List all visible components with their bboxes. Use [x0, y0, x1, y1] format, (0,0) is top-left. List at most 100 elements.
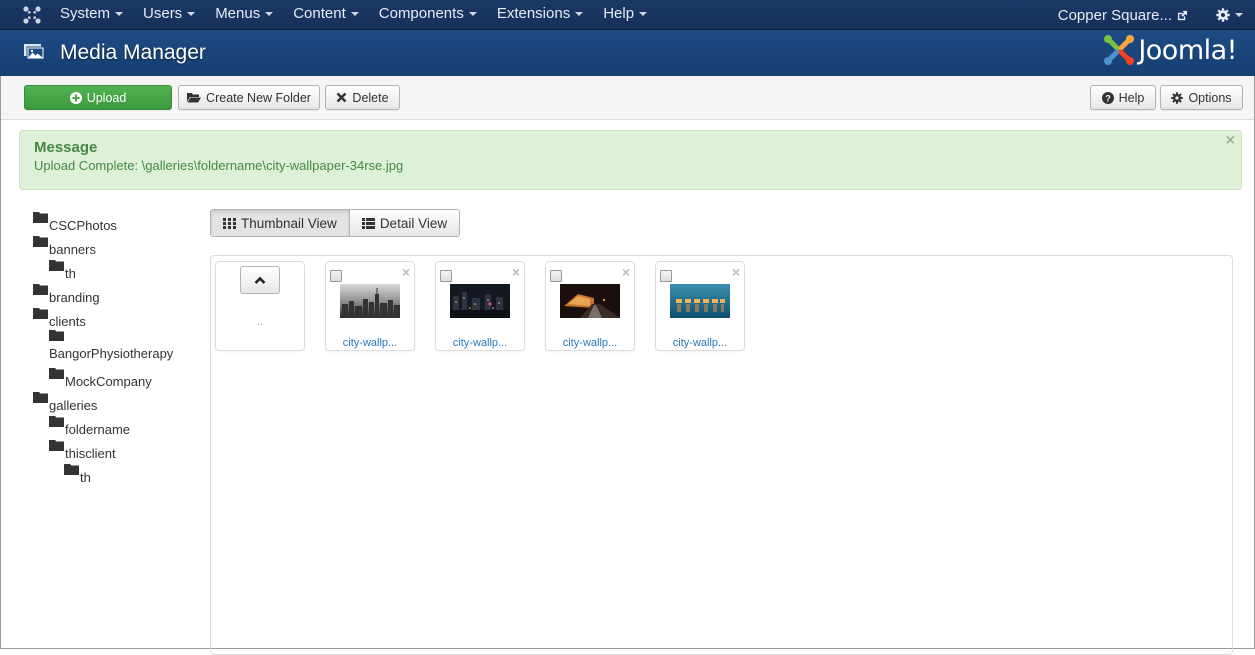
select-checkbox[interactable] [660, 270, 672, 282]
grid-icon [223, 217, 236, 229]
folder-icon [49, 416, 64, 427]
menu-label: System [60, 5, 111, 22]
folder-icon [49, 260, 64, 271]
menu-label: Extensions [496, 5, 571, 22]
folder-icon [33, 392, 48, 403]
message-heading: Message [34, 139, 98, 156]
file-name-link[interactable]: city-wallp... [656, 337, 744, 349]
folder-label: branding [49, 290, 100, 305]
folder-item[interactable]: galleries [33, 390, 203, 414]
menu-content[interactable]: Content [283, 0, 369, 30]
page-header: Media Manager Joomla! [0, 30, 1255, 76]
site-link[interactable]: Copper Square... [1058, 7, 1188, 24]
file-name-link[interactable]: city-wallp... [326, 337, 414, 349]
folder-label: foldername [65, 422, 131, 437]
select-checkbox[interactable] [330, 270, 342, 282]
help-label: Help [1118, 90, 1145, 105]
list-icon [361, 217, 375, 229]
menu-label: Content [293, 5, 346, 22]
caret-down-icon [1235, 13, 1243, 17]
plus-circle-icon [69, 91, 82, 104]
folder-open-icon [187, 93, 202, 103]
caret-down-icon [575, 12, 584, 17]
options-button[interactable]: Options [1160, 85, 1243, 110]
folder-icon [49, 330, 64, 341]
options-label: Options [1188, 90, 1232, 105]
caret-down-icon [639, 12, 648, 17]
image-thumbnail[interactable] [450, 284, 510, 318]
detail-view-label: Detail View [379, 215, 448, 231]
folder-item[interactable]: branding [33, 282, 203, 306]
menu-components[interactable]: Components [369, 0, 487, 30]
delete-icon[interactable]: × [402, 265, 410, 279]
joomla-logo-icon [1104, 35, 1135, 65]
svg-text:?: ? [1105, 93, 1111, 103]
folder-item[interactable]: th [64, 462, 203, 486]
menu-help[interactable]: Help [593, 0, 657, 30]
image-icon [24, 44, 45, 60]
success-message: Message Upload Complete: \galleries\fold… [19, 130, 1242, 190]
create-folder-label: Create New Folder [206, 90, 311, 105]
delete-icon[interactable]: × [732, 265, 740, 279]
question-circle-icon: ? [1101, 91, 1114, 104]
folder-icon [33, 212, 48, 223]
select-checkbox[interactable] [440, 270, 452, 282]
delete-button[interactable]: Delete [325, 85, 400, 110]
image-thumbnail[interactable] [670, 284, 730, 318]
folder-icon [49, 440, 64, 451]
folder-label: th [80, 470, 91, 485]
file-tile[interactable]: × city-wallp... [655, 261, 745, 351]
folder-item[interactable]: clients [33, 306, 203, 330]
folder-label: th [65, 266, 76, 281]
message-text: Upload Complete: \galleries\foldername\c… [34, 158, 404, 173]
create-folder-button[interactable]: Create New Folder [178, 85, 320, 110]
select-checkbox[interactable] [550, 270, 562, 282]
folder-label: banners [49, 242, 96, 257]
upload-button[interactable]: Upload [24, 85, 172, 110]
help-button[interactable]: ? Help [1090, 85, 1156, 110]
folder-item[interactable]: banners [33, 234, 203, 258]
navbar-right: Copper Square... [1058, 0, 1243, 30]
folder-item[interactable]: thisclient [49, 438, 203, 462]
delete-icon[interactable]: × [622, 265, 630, 279]
close-icon[interactable]: × [1226, 132, 1235, 150]
site-link-label: Copper Square... [1057, 6, 1172, 24]
detail-view-button[interactable]: Detail View [349, 210, 460, 236]
external-link-icon [1177, 10, 1188, 20]
folder-item[interactable]: MockCompany [49, 366, 203, 390]
folder-item[interactable]: th [49, 258, 203, 282]
folder-item[interactable]: foldername [49, 414, 203, 438]
media-panel: .. × city-wallp... × city-wallp... × cit… [210, 255, 1233, 655]
folder-label: BangorPhysiotherapy [49, 346, 174, 361]
folder-label: CSCPhotos [49, 218, 117, 233]
delete-icon[interactable]: × [512, 265, 520, 279]
parent-folder-tile[interactable]: .. [215, 261, 305, 351]
caret-down-icon [468, 12, 477, 17]
chevron-up-icon [254, 276, 266, 284]
caret-down-icon [115, 12, 124, 17]
file-name-link[interactable]: city-wallp... [546, 337, 634, 349]
caret-down-icon [187, 12, 196, 17]
file-tile[interactable]: × city-wallp... [435, 261, 525, 351]
folder-label: thisclient [65, 446, 116, 461]
main-menu: System Users Menus Content Components Ex… [50, 0, 657, 30]
image-thumbnail[interactable] [340, 284, 400, 318]
folder-item[interactable]: BangorPhysiotherapy [49, 330, 203, 366]
image-thumbnail[interactable] [560, 284, 620, 318]
upload-label: Upload [86, 90, 127, 105]
thumbnail-view-label: Thumbnail View [241, 215, 337, 231]
thumbnail-view-button[interactable]: Thumbnail View [211, 210, 350, 236]
settings-menu[interactable] [1216, 8, 1243, 22]
file-name-link[interactable]: city-wallp... [436, 337, 524, 349]
parent-folder-button[interactable] [240, 266, 280, 294]
folder-item[interactable]: CSCPhotos [33, 210, 203, 234]
file-tile[interactable]: × city-wallp... [325, 261, 415, 351]
joomla-icon[interactable] [22, 5, 42, 25]
joomla-logo: Joomla! [1103, 34, 1237, 66]
menu-system[interactable]: System [50, 0, 133, 30]
menu-extensions[interactable]: Extensions [487, 0, 593, 30]
file-tile[interactable]: × city-wallp... [545, 261, 635, 351]
menu-menus[interactable]: Menus [205, 0, 283, 30]
menu-users[interactable]: Users [133, 0, 205, 30]
gear-icon [1171, 91, 1184, 104]
